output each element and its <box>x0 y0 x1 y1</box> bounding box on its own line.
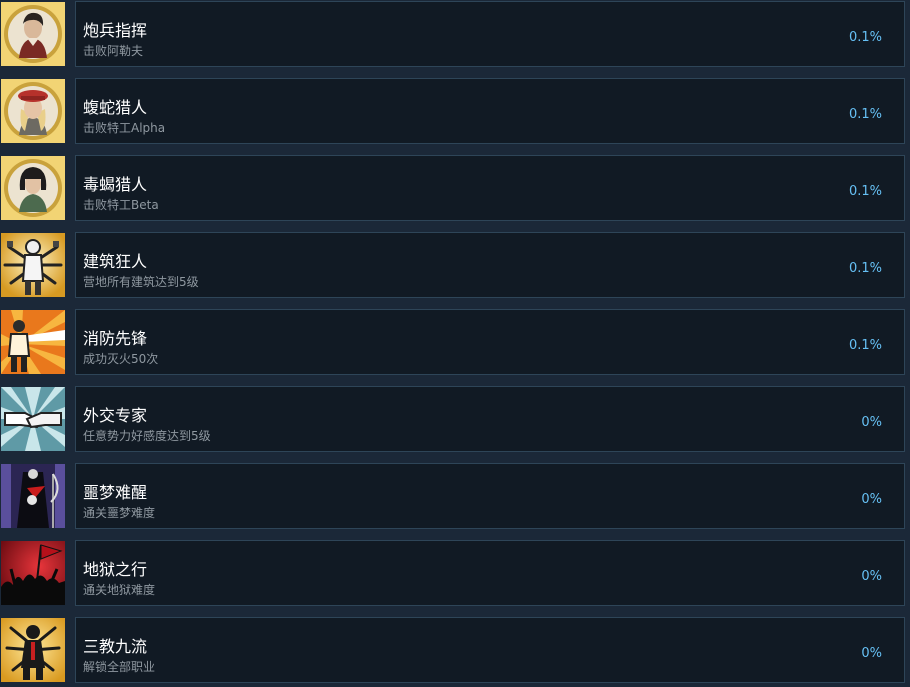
unlock-percent: 0.1% <box>848 107 882 122</box>
crowd-red-flag-icon <box>1 541 65 605</box>
achievement-description: 击败特工Beta <box>83 198 159 212</box>
unlock-percent: 0% <box>861 646 882 661</box>
unlock-percent: 0.1% <box>848 338 882 353</box>
unlock-percent: 0.1% <box>848 261 882 276</box>
achievement-description: 任意势力好感度达到5级 <box>83 429 211 443</box>
achievement-description: 成功灭火50次 <box>83 352 159 366</box>
many-hands-figure-icon <box>1 618 65 682</box>
achievement-panel: 蝮蛇猎人 击败特工Alpha 0.1% <box>75 78 905 144</box>
achievement-description: 解锁全部职业 <box>83 660 156 674</box>
unlock-percent: 0.1% <box>848 30 882 45</box>
achievement-title: 消防先锋 <box>83 329 148 348</box>
achievement-row[interactable]: 外交专家 任意势力好感度达到5级 0% <box>0 386 910 452</box>
achievement-row[interactable]: 建筑狂人 营地所有建筑达到5级 0.1% <box>0 232 910 298</box>
achievement-row[interactable]: 消防先锋 成功灭火50次 0.1% <box>0 309 910 375</box>
achievement-title: 噩梦难醒 <box>83 483 148 502</box>
achievement-list: 炮兵指挥 击败阿勒夫 0.1% 蝮蛇猎人 击败特工Alpha 0.1% 毒蝎猎人… <box>0 0 910 687</box>
achievement-title: 炮兵指挥 <box>83 21 148 40</box>
grim-reaper-icon <box>1 464 65 528</box>
achievement-panel: 三教九流 解锁全部职业 0% <box>75 617 905 683</box>
achievement-panel: 炮兵指挥 击败阿勒夫 0.1% <box>75 1 905 67</box>
unlock-percent: 0% <box>861 415 882 430</box>
achievement-row[interactable]: 三教九流 解锁全部职业 0% <box>0 617 910 683</box>
achievement-title: 三教九流 <box>83 637 148 656</box>
achievement-panel: 外交专家 任意势力好感度达到5级 0% <box>75 386 905 452</box>
achievement-description: 营地所有建筑达到5级 <box>83 275 199 289</box>
achievement-description: 通关地狱难度 <box>83 583 156 597</box>
achievement-row[interactable]: 蝮蛇猎人 击败特工Alpha 0.1% <box>0 78 910 144</box>
achievement-title: 毒蝎猎人 <box>83 175 148 194</box>
achievement-description: 击败特工Alpha <box>83 121 166 135</box>
handshake-icon <box>1 387 65 451</box>
achievement-title: 地狱之行 <box>83 560 148 579</box>
achievement-panel: 地狱之行 通关地狱难度 0% <box>75 540 905 606</box>
achievement-panel: 毒蝎猎人 击败特工Beta 0.1% <box>75 155 905 221</box>
unlock-percent: 0.1% <box>848 184 882 199</box>
firefighter-hose-icon <box>1 310 65 374</box>
achievement-row[interactable]: 毒蝎猎人 击败特工Beta 0.1% <box>0 155 910 221</box>
achievement-description: 通关噩梦难度 <box>83 506 156 520</box>
achievement-title: 建筑狂人 <box>83 252 148 271</box>
multi-arm-builder-icon <box>1 233 65 297</box>
red-beret-woman-portrait-icon <box>1 79 65 143</box>
achievement-panel: 消防先锋 成功灭火50次 0.1% <box>75 309 905 375</box>
achievement-row[interactable]: 地狱之行 通关地狱难度 0% <box>0 540 910 606</box>
achievement-row[interactable]: 噩梦难醒 通关噩梦难度 0% <box>0 463 910 529</box>
unlock-percent: 0% <box>861 569 882 584</box>
unlock-percent: 0% <box>861 492 882 507</box>
achievement-panel: 建筑狂人 营地所有建筑达到5级 0.1% <box>75 232 905 298</box>
achievement-title: 外交专家 <box>83 406 148 425</box>
achievement-title: 蝮蛇猎人 <box>83 98 148 117</box>
achievement-panel: 噩梦难醒 通关噩梦难度 0% <box>75 463 905 529</box>
achievement-description: 击败阿勒夫 <box>83 44 144 58</box>
achievement-row[interactable]: 炮兵指挥 击败阿勒夫 0.1% <box>0 1 910 67</box>
bob-hair-woman-portrait-icon <box>1 156 65 220</box>
soldier-portrait-icon <box>1 2 65 66</box>
